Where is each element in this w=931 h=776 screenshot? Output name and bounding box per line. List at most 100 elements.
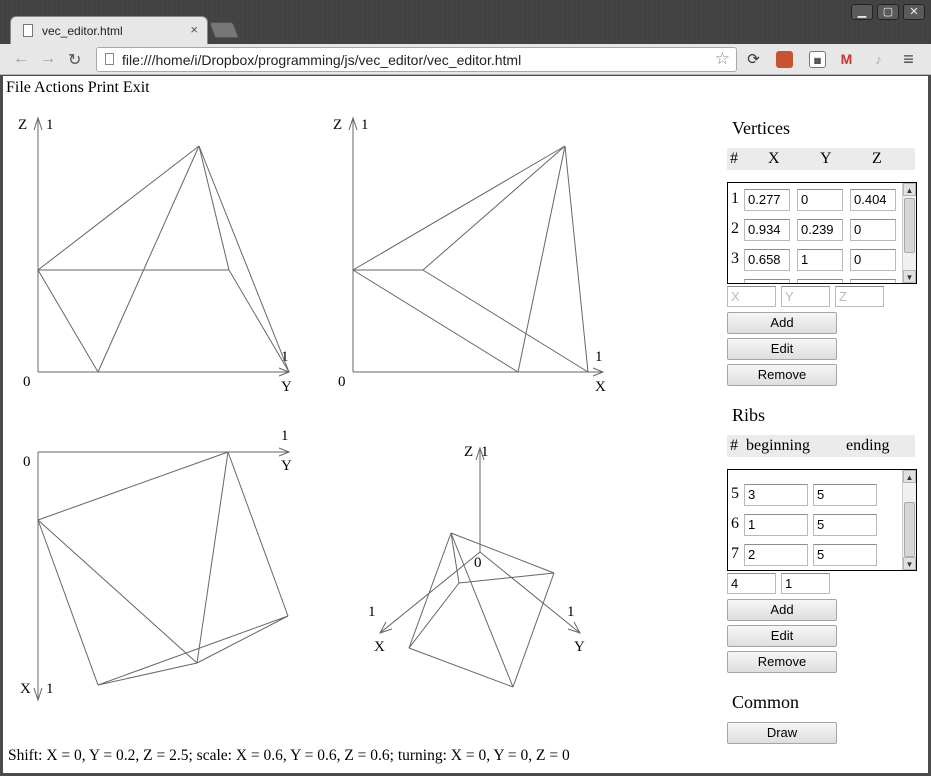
vertex-y-field[interactable]: 0.239 <box>797 219 843 241</box>
rib-ending-field[interactable]: 5 <box>813 514 877 536</box>
wireframe <box>37 451 289 686</box>
draw-button[interactable]: Draw <box>727 722 837 744</box>
axis-max-z: 1 <box>481 444 489 460</box>
vertex-y-field[interactable]: 1 <box>797 249 843 271</box>
origin-label: 0 <box>474 555 482 571</box>
sync-icon[interactable]: ⟳ <box>745 51 762 68</box>
view-bottom-left: X 1 Y 1 0 <box>20 428 292 702</box>
new-vertex-x-input[interactable]: X <box>727 286 776 307</box>
axis-label-h: X <box>595 379 606 395</box>
vertex-z-field[interactable]: 0 <box>850 249 896 271</box>
remove-rib-button[interactable]: Remove <box>727 651 837 673</box>
vertex-z-field[interactable]: 0 <box>850 219 896 241</box>
rib-ending-field[interactable]: 5 <box>813 544 877 566</box>
scroll-thumb[interactable] <box>904 198 915 253</box>
col-z: Z <box>872 150 882 167</box>
status-line: Shift: X = 0, Y = 0.2, Z = 2.5; scale: X… <box>8 747 570 764</box>
axis-max-v: 1 <box>361 117 369 133</box>
scroll-down-icon[interactable]: ▼ <box>903 270 916 283</box>
axis-label-x: X <box>374 639 385 655</box>
new-vertex-y-input[interactable]: Y <box>781 286 830 307</box>
scroll-up-icon[interactable]: ▲ <box>903 183 916 196</box>
close-window-button[interactable]: ✕ <box>903 4 925 20</box>
minimize-button[interactable]: ▁ <box>851 4 873 20</box>
vertex-x-field[interactable]: 0.934 <box>744 219 790 241</box>
axis-label-v: Z <box>18 117 27 133</box>
vertices-header: # X Y Z <box>727 148 915 170</box>
bookmark-icon[interactable] <box>776 51 793 68</box>
row-number: 3 <box>731 250 739 267</box>
list-item[interactable]: 5 3 5 <box>728 480 902 510</box>
back-icon[interactable]: ← <box>13 50 29 68</box>
tab-close-icon[interactable]: × <box>190 22 198 37</box>
rib-beginning-field[interactable]: 3 <box>744 484 808 506</box>
col-beginning: beginning <box>746 437 810 454</box>
list-item[interactable]: 7 2 5 <box>728 540 902 570</box>
axis-label-h: Y <box>281 458 292 474</box>
axis-max-y: 1 <box>567 604 575 620</box>
rib-ending-field[interactable]: 5 <box>813 484 877 506</box>
col-y: Y <box>820 150 832 167</box>
page-content: File Actions Print Exit Z 1 Y 1 0 Z 1 X … <box>3 76 928 773</box>
edit-rib-button[interactable]: Edit <box>727 625 837 647</box>
axis-label-v: Z <box>333 117 342 133</box>
origin-label: 0 <box>338 374 346 390</box>
axis-label-h: Y <box>281 379 292 395</box>
list-item-partial <box>728 275 902 283</box>
list-item-partial <box>728 470 902 474</box>
vertex-x-field[interactable]: 0.658 <box>744 249 790 271</box>
new-rib-beginning-input[interactable]: 4 <box>727 573 776 594</box>
edit-vertex-button[interactable]: Edit <box>727 338 837 360</box>
axis-label-y: Y <box>574 639 585 655</box>
add-rib-button[interactable]: Add <box>727 599 837 621</box>
scroll-up-icon[interactable]: ▲ <box>903 470 916 483</box>
title-bar: vec_editor.html × ▁ ▢ ✕ <box>0 0 931 44</box>
ribs-list[interactable]: 5 3 5 6 1 5 7 2 5 ▲ ▼ <box>727 469 917 571</box>
add-vertex-button[interactable]: Add <box>727 312 837 334</box>
vertex-x-field[interactable]: 0.277 <box>744 189 790 211</box>
gmail-icon[interactable]: M <box>838 51 855 68</box>
url-text[interactable]: file:///home/i/Dropbox/programming/js/ve… <box>122 52 521 68</box>
origin-label: 0 <box>23 454 31 470</box>
bell-icon[interactable]: ♪ <box>870 51 887 68</box>
page-icon <box>105 53 114 65</box>
browser-tab[interactable]: vec_editor.html × <box>10 16 208 44</box>
bookmark-star-icon[interactable]: ☆ <box>715 49 730 69</box>
axis-max-h: 1 <box>281 428 289 444</box>
rib-beginning-field[interactable]: 1 <box>744 514 808 536</box>
vertices-list[interactable]: 1 0.277 0 0.404 2 0.934 0.239 0 3 0.658 … <box>727 182 917 284</box>
maximize-button[interactable]: ▢ <box>877 4 899 20</box>
forward-icon[interactable]: → <box>40 50 56 68</box>
scroll-down-icon[interactable]: ▼ <box>903 557 916 570</box>
qr-icon[interactable]: ▦ <box>809 51 826 68</box>
common-title: Common <box>732 692 800 712</box>
axis-max-v: 1 <box>46 117 54 133</box>
address-bar[interactable]: file:///home/i/Dropbox/programming/js/ve… <box>96 47 737 72</box>
vertex-z-field[interactable]: 0.404 <box>850 189 896 211</box>
menu-icon[interactable]: ≡ <box>900 50 917 68</box>
wireframe <box>352 145 589 373</box>
view-top-right: Z 1 X 1 0 <box>333 116 606 395</box>
list-item[interactable]: 1 0.277 0 0.404 <box>728 185 902 215</box>
list-item[interactable]: 6 1 5 <box>728 510 902 540</box>
ribs-scrollbar[interactable]: ▲ ▼ <box>902 470 916 570</box>
new-vertex-z-input[interactable]: Z <box>835 286 884 307</box>
scroll-thumb[interactable] <box>904 502 915 557</box>
row-number: 5 <box>731 485 739 502</box>
vertex-y-field[interactable]: 0 <box>797 189 843 211</box>
reload-icon[interactable]: ↻ <box>68 50 81 70</box>
wireframe <box>408 532 555 688</box>
list-item[interactable]: 3 0.658 1 0 <box>728 245 902 275</box>
new-tab-button[interactable] <box>209 22 239 38</box>
view-bottom-right: Z 1 X 1 Y 1 0 <box>368 444 585 688</box>
vertices-scrollbar[interactable]: ▲ ▼ <box>902 183 916 283</box>
remove-vertex-button[interactable]: Remove <box>727 364 837 386</box>
axis-label-z: Z <box>464 444 473 460</box>
axis-label-v: X <box>20 681 31 697</box>
ribs-title: Ribs <box>732 405 766 425</box>
new-rib-ending-input[interactable]: 1 <box>781 573 830 594</box>
rib-beginning-field[interactable]: 2 <box>744 544 808 566</box>
row-number: 6 <box>731 515 739 532</box>
axis-max-v: 1 <box>46 681 54 697</box>
list-item[interactable]: 2 0.934 0.239 0 <box>728 215 902 245</box>
